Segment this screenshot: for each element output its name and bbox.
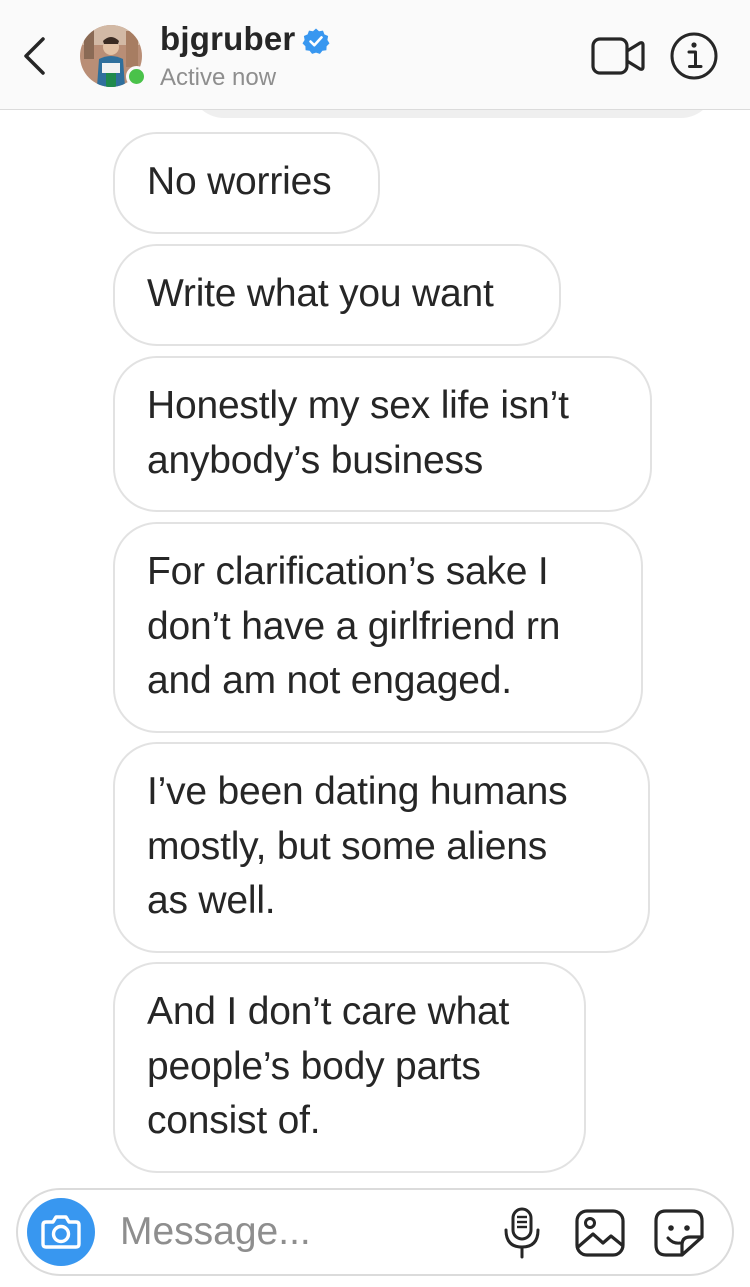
sticker-icon xyxy=(654,1209,704,1257)
microphone-icon xyxy=(504,1207,540,1259)
message-composer xyxy=(16,1188,734,1276)
username-row[interactable]: bjgruber xyxy=(160,20,330,58)
info-icon xyxy=(670,32,718,80)
camera-icon xyxy=(41,1215,81,1249)
message-thread[interactable]: No worries Write what you want Honestly … xyxy=(0,110,750,1175)
message-bubble[interactable]: I’ve been dating humans mostly, but some… xyxy=(113,742,650,953)
video-call-button[interactable] xyxy=(590,36,646,76)
info-button[interactable] xyxy=(669,31,719,81)
message-bubble[interactable]: For clarification’s sake I don’t have a … xyxy=(113,522,643,733)
chat-header: bjgruber Active now xyxy=(0,0,750,110)
verified-badge-icon xyxy=(302,28,330,54)
message-bubble[interactable]: And I don’t care what people’s body part… xyxy=(113,962,586,1173)
gallery-button[interactable] xyxy=(574,1208,626,1258)
message-bubble[interactable]: No worries xyxy=(113,132,380,234)
video-camera-icon xyxy=(591,37,645,75)
active-status: Active now xyxy=(160,64,277,91)
message-input[interactable] xyxy=(120,1204,490,1260)
message-bubble[interactable]: Write what you want xyxy=(113,244,561,346)
chevron-left-icon xyxy=(24,37,45,75)
back-button[interactable] xyxy=(18,34,58,78)
message-bubble[interactable]: Honestly my sex life isn’t anybody’s bus… xyxy=(113,356,652,512)
username: bjgruber xyxy=(160,20,296,57)
voice-message-button[interactable] xyxy=(502,1206,542,1260)
image-icon xyxy=(575,1209,625,1257)
profile-avatar-button[interactable] xyxy=(80,25,147,89)
camera-button[interactable] xyxy=(27,1198,95,1266)
previous-message-bubble xyxy=(190,110,715,118)
sticker-button[interactable] xyxy=(653,1208,705,1258)
online-status-dot xyxy=(126,66,147,87)
